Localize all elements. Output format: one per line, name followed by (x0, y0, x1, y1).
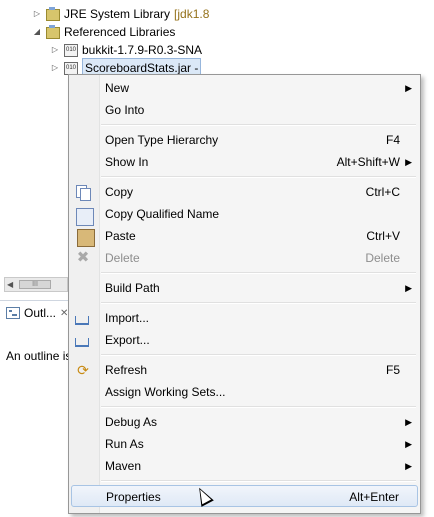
menu-item-label: New (105, 81, 130, 95)
tree-item-suffix: [jdk1.8 (174, 7, 210, 21)
menu-item-shortcut: Delete (365, 251, 400, 265)
menu-separator (101, 124, 416, 126)
delete-icon: ✖ (76, 249, 90, 266)
refresh-icon: ⟳ (77, 362, 89, 378)
copy-qualified-name-icon (76, 208, 94, 226)
menu-item-label: Show In (105, 155, 149, 169)
menu-item-shortcut: Ctrl+V (366, 229, 400, 243)
menu-separator (101, 176, 416, 178)
menu-item-import[interactable]: Import... (71, 307, 418, 329)
collapse-arrow-icon[interactable]: ◢ (32, 23, 42, 41)
menu-separator (101, 272, 416, 274)
menu-item-shortcut: Alt+Shift+W (336, 155, 400, 169)
menu-item-new[interactable]: New ▶ (71, 77, 418, 99)
context-menu: New ▶ Go Into Open Type Hierarchy F4 Sho… (68, 74, 421, 514)
menu-item-label: Properties (106, 490, 161, 504)
tree-item-label: JRE System Library (64, 7, 171, 21)
outline-icon (6, 307, 20, 319)
menu-separator (101, 480, 416, 482)
jar-icon: 010 (64, 43, 78, 57)
menu-item-label: Run As (105, 437, 144, 451)
menu-separator (101, 302, 416, 304)
horizontal-scrollbar[interactable]: ◀ III (4, 277, 68, 292)
scrollbar-thumb[interactable]: III (19, 280, 51, 289)
menu-item-go-into[interactable]: Go Into (71, 99, 418, 121)
submenu-arrow-icon: ▶ (405, 157, 412, 167)
tree-item-referenced-libraries[interactable]: ◢ Referenced Libraries (32, 23, 175, 41)
library-icon (46, 7, 60, 21)
menu-item-label: Copy Qualified Name (105, 207, 220, 221)
expand-arrow-icon[interactable]: ▷ (50, 41, 60, 59)
export-icon (75, 338, 89, 347)
submenu-arrow-icon: ▶ (405, 283, 412, 293)
menu-item-open-type-hierarchy[interactable]: Open Type Hierarchy F4 (71, 129, 418, 151)
submenu-arrow-icon: ▶ (405, 439, 412, 449)
outline-empty-message: An outline is (6, 349, 72, 363)
menu-separator (101, 354, 416, 356)
menu-item-refresh[interactable]: ⟳ Refresh F5 (71, 359, 418, 381)
menu-item-label: Maven (105, 459, 142, 473)
menu-item-paste[interactable]: Paste Ctrl+V (71, 225, 418, 247)
menu-item-run-as[interactable]: Run As ▶ (71, 433, 418, 455)
menu-item-label: Paste (105, 229, 136, 243)
menu-item-label: Debug As (105, 415, 158, 429)
submenu-arrow-icon: ▶ (405, 417, 412, 427)
package-explorer-tree: ▷ JRE System Library [jdk1.8 ◢ Reference… (0, 0, 209, 290)
menu-item-delete[interactable]: ✖ Delete Delete (71, 247, 418, 269)
menu-item-shortcut: F4 (385, 133, 400, 147)
menu-item-copy-qualified-name[interactable]: Copy Qualified Name (71, 203, 418, 226)
library-icon (46, 25, 60, 39)
tab-outline-label: Outl... (24, 306, 57, 320)
paste-icon (77, 229, 95, 247)
menu-item-label: Copy (105, 185, 134, 199)
scroll-left-arrow-icon[interactable]: ◀ (7, 280, 13, 289)
menu-item-label: Import... (105, 311, 150, 325)
menu-item-copy[interactable]: Copy Ctrl+C (71, 181, 418, 203)
menu-item-label: Open Type Hierarchy (105, 133, 219, 147)
copy-icon (75, 184, 91, 201)
tree-item-bukkit-jar[interactable]: ▷ 010 bukkit-1.7.9-R0.3-SNA (50, 41, 202, 59)
menu-item-shortcut: Alt+Enter (349, 490, 399, 504)
menu-item-build-path[interactable]: Build Path ▶ (71, 277, 418, 299)
outline-view-tabbar: Outl... ✕ (0, 300, 78, 327)
submenu-arrow-icon: ▶ (405, 83, 412, 93)
tab-outline[interactable]: Outl... ✕ (6, 306, 68, 320)
expand-arrow-icon[interactable]: ▷ (32, 5, 42, 23)
menu-item-properties[interactable]: Properties Alt+Enter (71, 485, 418, 507)
menu-item-assign-working-sets[interactable]: Assign Working Sets... (71, 381, 418, 403)
menu-item-export[interactable]: Export... (71, 329, 418, 351)
menu-item-debug-as[interactable]: Debug As ▶ (71, 411, 418, 433)
menu-item-label: Go Into (105, 103, 145, 117)
menu-item-label: Refresh (105, 363, 148, 377)
expand-arrow-icon[interactable]: ▷ (50, 59, 60, 77)
menu-item-shortcut: F5 (385, 363, 400, 377)
menu-item-label: Build Path (105, 281, 160, 295)
submenu-arrow-icon: ▶ (405, 461, 412, 471)
menu-item-maven[interactable]: Maven ▶ (71, 455, 418, 477)
import-icon (75, 316, 89, 325)
menu-item-label: Export... (105, 333, 150, 347)
tree-item-label: Referenced Libraries (64, 25, 176, 39)
menu-item-show-in[interactable]: Show In Alt+Shift+W ▶ (71, 151, 418, 173)
jar-icon: 010 (64, 61, 78, 75)
tree-item-label: bukkit-1.7.9-R0.3-SNA (82, 43, 203, 57)
menu-item-label: Delete (105, 251, 140, 265)
tree-item-jre-system-library[interactable]: ▷ JRE System Library [jdk1.8 (32, 5, 209, 23)
menu-separator (101, 406, 416, 408)
menu-item-shortcut: Ctrl+C (365, 185, 400, 199)
menu-item-label: Assign Working Sets... (105, 385, 226, 399)
